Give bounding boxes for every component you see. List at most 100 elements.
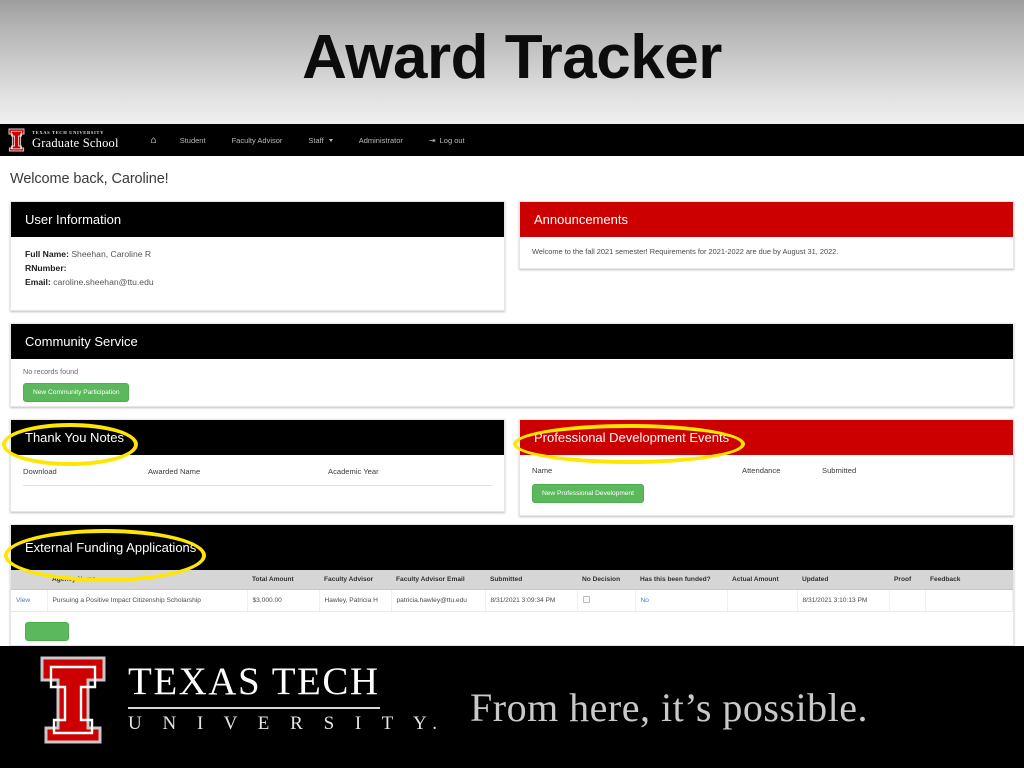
column-name: Name <box>532 466 553 475</box>
footer-wordmark: TEXAS TECH U N I V E R S I T Y. <box>128 662 445 733</box>
column-attendance: Attendance <box>742 466 781 475</box>
nav-item-staff[interactable]: Staff <box>295 136 345 145</box>
page-title: Award Tracker <box>302 23 722 92</box>
rnumber-label: RNumber: <box>25 263 67 274</box>
new-professional-development-button[interactable]: New Professional Development <box>532 484 644 503</box>
community-service-empty-text: No records found <box>23 367 79 376</box>
column-feedback: Feedback <box>925 570 1013 590</box>
nav-item-administrator[interactable]: Administrator <box>346 136 416 145</box>
rnumber-row: RNumber: <box>25 261 490 275</box>
external-funding-header: External Funding Applications <box>11 525 1013 570</box>
column-faculty-advisor: Faculty Advisor <box>319 570 391 590</box>
email-value: caroline.sheehan@ttu.edu <box>53 277 154 288</box>
nav-item-staff-label: Staff <box>308 135 324 145</box>
welcome-message: Welcome back, Caroline! <box>10 171 169 187</box>
new-external-funding-button[interactable] <box>25 622 69 641</box>
cell-proof <box>889 589 926 612</box>
no-decision-checkbox[interactable] <box>582 596 590 603</box>
external-funding-table: Agency Name Total Amount Faculty Advisor… <box>11 570 1013 612</box>
has-been-funded-value[interactable]: No <box>641 597 649 604</box>
embedded-screenshot: TEXAS TECH UNIVERSITY Graduate School ⌂ … <box>0 124 1024 646</box>
professional-development-body: Name Attendance Submitted New Profession… <box>520 455 1013 503</box>
column-download: Download <box>23 467 57 476</box>
external-funding-title: External Funding Applications <box>25 540 197 555</box>
community-service-header: Community Service <box>11 324 1013 359</box>
cell-no-decision[interactable] <box>577 589 636 612</box>
brand-school: Graduate School <box>32 135 119 150</box>
column-submitted: Submitted <box>485 570 577 590</box>
cell-submitted: 8/31/2021 3:09:34 PM <box>485 589 578 612</box>
footer-university-line2: U N I V E R S I T Y. <box>128 713 445 734</box>
external-funding-header-row: Agency Name Total Amount Faculty Advisor… <box>11 570 1013 590</box>
cell-agency-name: Pursuing a Positive Impact Citizenship S… <box>47 589 248 612</box>
cell-feedback <box>925 589 1013 612</box>
double-t-icon <box>6 128 27 152</box>
announcements-title: Announcements <box>534 212 628 227</box>
nav-item-faculty-advisor-label: Faculty Advisor <box>231 135 283 145</box>
column-agency-name: Agency Name <box>47 570 247 590</box>
column-proof: Proof <box>889 570 925 590</box>
chevron-down-icon <box>328 138 333 142</box>
column-total-amount: Total Amount <box>247 570 319 590</box>
cell-actual-amount <box>727 589 798 612</box>
brand-text: TEXAS TECH UNIVERSITY Graduate School <box>32 129 119 150</box>
email-label: Email: <box>25 277 51 288</box>
cell-updated: 8/31/2021 3:10:13 PM <box>797 589 890 612</box>
cell-faculty-advisor-email: patricia.hawley@ttu.edu <box>391 589 486 612</box>
home-icon[interactable]: ⌂ <box>141 135 167 146</box>
external-funding-card: External Funding Applications Agency Nam… <box>10 524 1014 646</box>
community-service-body: No records found New Community Participa… <box>11 359 1013 410</box>
thank-you-notes-body: Download Awarded Name Academic Year <box>11 455 504 486</box>
thank-you-notes-title: Thank You Notes <box>25 430 125 445</box>
user-information-card: User Information Full Name: Sheehan, Car… <box>10 201 505 311</box>
view-link-cell[interactable]: View <box>11 589 48 612</box>
professional-development-header: Professional Development Events <box>520 420 1013 455</box>
footer-university-line1: TEXAS TECH <box>128 660 380 703</box>
announcement-text: Welcome to the fall 2021 semester! Requi… <box>532 247 839 256</box>
table-row: View Pursuing a Positive Impact Citizens… <box>11 589 1013 612</box>
brand-university: TEXAS TECH UNIVERSITY <box>32 129 104 135</box>
announcements-card: Announcements Welcome to the fall 2021 s… <box>519 201 1014 269</box>
professional-development-column-headers: Name Attendance Submitted <box>532 466 1001 482</box>
column-has-been-funded: Has this been funded? <box>635 570 727 590</box>
professional-development-card: Professional Development Events Name Att… <box>519 419 1014 516</box>
thank-you-notes-header: Thank You Notes <box>11 420 504 455</box>
texas-tech-double-t-logo-icon <box>32 654 114 746</box>
nav-item-faculty-advisor[interactable]: Faculty Advisor <box>219 136 296 145</box>
user-information-body: Full Name: Sheehan, Caroline R RNumber: … <box>11 237 504 302</box>
full-name-row: Full Name: Sheehan, Caroline R <box>25 247 490 261</box>
announcements-header: Announcements <box>520 202 1013 237</box>
column-submitted: Submitted <box>822 466 857 475</box>
nav-item-administrator-label: Administrator <box>358 135 403 145</box>
full-name-label: Full Name: <box>25 249 69 259</box>
nav-item-student-label: Student <box>179 135 206 145</box>
full-name-value: Sheehan, Caroline R <box>71 249 152 259</box>
column-actual-amount: Actual Amount <box>727 570 797 590</box>
logout-icon: ⇥ <box>428 135 436 145</box>
navbar: TEXAS TECH UNIVERSITY Graduate School ⌂ … <box>0 124 1024 156</box>
view-link[interactable]: View <box>16 597 30 604</box>
nav-items: ⌂ Student Faculty Advisor Staff Administ… <box>141 135 478 146</box>
column-no-decision: No Decision <box>577 570 635 590</box>
column-updated: Updated <box>797 570 889 590</box>
announcements-body: Welcome to the fall 2021 semester! Requi… <box>520 237 1013 264</box>
footer-divider <box>128 707 380 709</box>
footer-tagline: From here, it’s possible. <box>470 685 869 730</box>
cell-faculty-advisor: Hawley, Patricia H <box>319 589 392 612</box>
column-awarded-name: Awarded Name <box>148 467 201 476</box>
column-faculty-advisor-email: Faculty Advisor Email <box>391 570 485 590</box>
nav-item-student[interactable]: Student <box>167 136 219 145</box>
thank-you-notes-card: Thank You Notes Download Awarded Name Ac… <box>10 419 505 512</box>
new-community-participation-button[interactable]: New Community Participation <box>23 383 130 402</box>
user-information-title: User Information <box>25 212 122 227</box>
external-funding-actions <box>11 612 1013 641</box>
thank-you-notes-column-headers: Download Awarded Name Academic Year <box>23 467 492 486</box>
community-service-card: Community Service No records found New C… <box>10 323 1014 407</box>
logout-label: Log out <box>439 135 465 145</box>
user-information-header: User Information <box>11 202 504 237</box>
slide-canvas: Award Tracker TEXAS TECH UNIVERSITY Grad… <box>0 0 1024 768</box>
brand-logo[interactable]: TEXAS TECH UNIVERSITY Graduate School <box>6 128 119 152</box>
column-view <box>11 570 47 590</box>
logout-button[interactable]: ⇥ Log out <box>416 136 478 145</box>
cell-has-been-funded[interactable]: No <box>635 589 728 612</box>
